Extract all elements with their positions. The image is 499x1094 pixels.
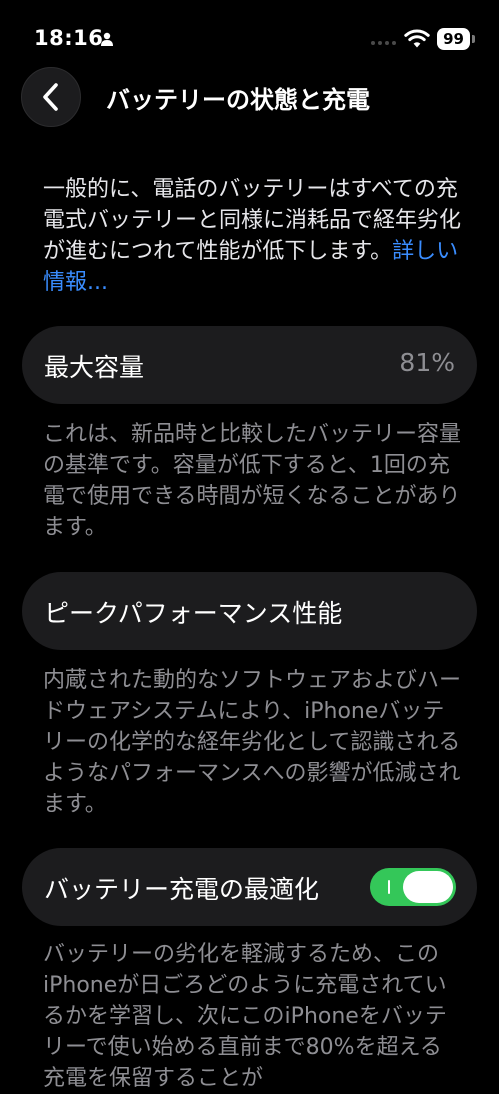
status-time: 18:16 [34, 26, 104, 50]
max-capacity-description: これは、新品時と比較したバッテリー容量の基準です。容量が低下すると、1回の充電で… [43, 422, 462, 540]
intro-text: 一般的に、電話のバッテリーはすべての充電式バッテリーと同様に消耗品で経年劣化が進… [43, 174, 463, 298]
max-capacity-row: 最大容量 81% [22, 326, 477, 404]
optimized-charging-toggle[interactable] [370, 868, 456, 906]
max-capacity-value: 81% [399, 348, 455, 377]
person-icon [101, 32, 113, 46]
battery-nub [472, 35, 475, 43]
signal-dots-icon [371, 41, 396, 45]
battery-indicator: 99 [437, 28, 470, 50]
status-bar: 18:16 99 [0, 0, 499, 80]
peak-performance-row[interactable]: ピークパフォーマンス性能 [22, 572, 477, 650]
toggle-knob [403, 871, 453, 903]
back-button[interactable] [21, 67, 81, 127]
toggle-on-mark-icon [388, 880, 390, 894]
optimized-charging-label: バッテリー充電の最適化 [44, 875, 320, 904]
peak-performance-description: 内蔵された動的なソフトウェアおよびハードウェアシステムにより、iPhoneバッテ… [43, 668, 462, 817]
optimized-charging-row: バッテリー充電の最適化 [22, 848, 477, 926]
optimized-charging-description: バッテリーの劣化を軽減するため、このiPhoneが日ごろどのように充電されている… [43, 942, 447, 1091]
page-title: バッテリーの状態と充電 [106, 86, 370, 114]
max-capacity-label: 最大容量 [44, 353, 145, 382]
peak-performance-label: ピークパフォーマンス性能 [44, 599, 343, 628]
chevron-left-icon [43, 83, 58, 111]
wifi-icon [404, 29, 430, 48]
